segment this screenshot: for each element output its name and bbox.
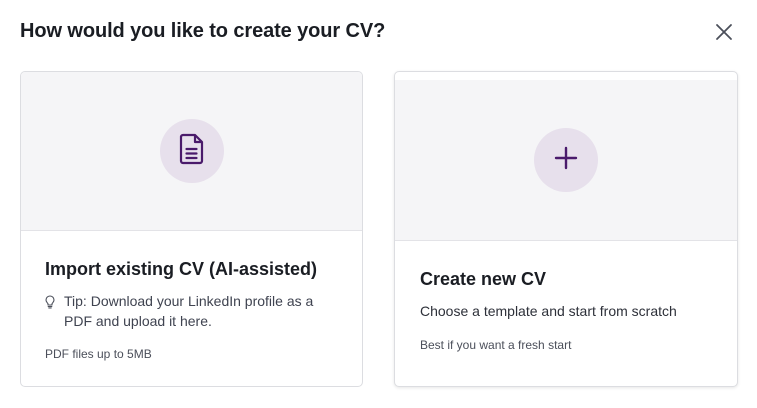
plus-icon: [554, 146, 578, 175]
create-card-heading: Create new CV: [420, 269, 547, 289]
close-button[interactable]: [710, 20, 738, 46]
import-tip-text: Tip: Download your LinkedIn profile as a…: [64, 293, 314, 329]
lightbulb-icon: [45, 291, 63, 331]
dialog-title: How would you like to create your CV?: [20, 20, 386, 42]
create-card-description: Choose a template and start from scratch: [420, 303, 677, 319]
create-card-note: Best if you want a fresh start: [420, 338, 572, 352]
import-icon-circle: [159, 119, 224, 183]
import-card-media: [21, 72, 362, 231]
create-new-cv-option-card[interactable]: Create new CV Choose a template and star…: [394, 71, 738, 387]
import-cv-option-card[interactable]: Import existing CV (AI-assisted) Tip: Do…: [20, 71, 363, 387]
document-icon: [178, 133, 206, 170]
create-card-media: [395, 80, 737, 241]
close-icon: [715, 23, 733, 44]
create-cv-dialog: How would you like to create your CV? Im…: [0, 0, 757, 408]
create-icon-circle: [534, 128, 598, 192]
import-file-limit-note: PDF files up to 5MB: [45, 347, 152, 361]
import-card-heading: Import existing CV (AI-assisted): [45, 259, 318, 279]
import-tip: Tip: Download your LinkedIn profile as a…: [45, 291, 335, 331]
